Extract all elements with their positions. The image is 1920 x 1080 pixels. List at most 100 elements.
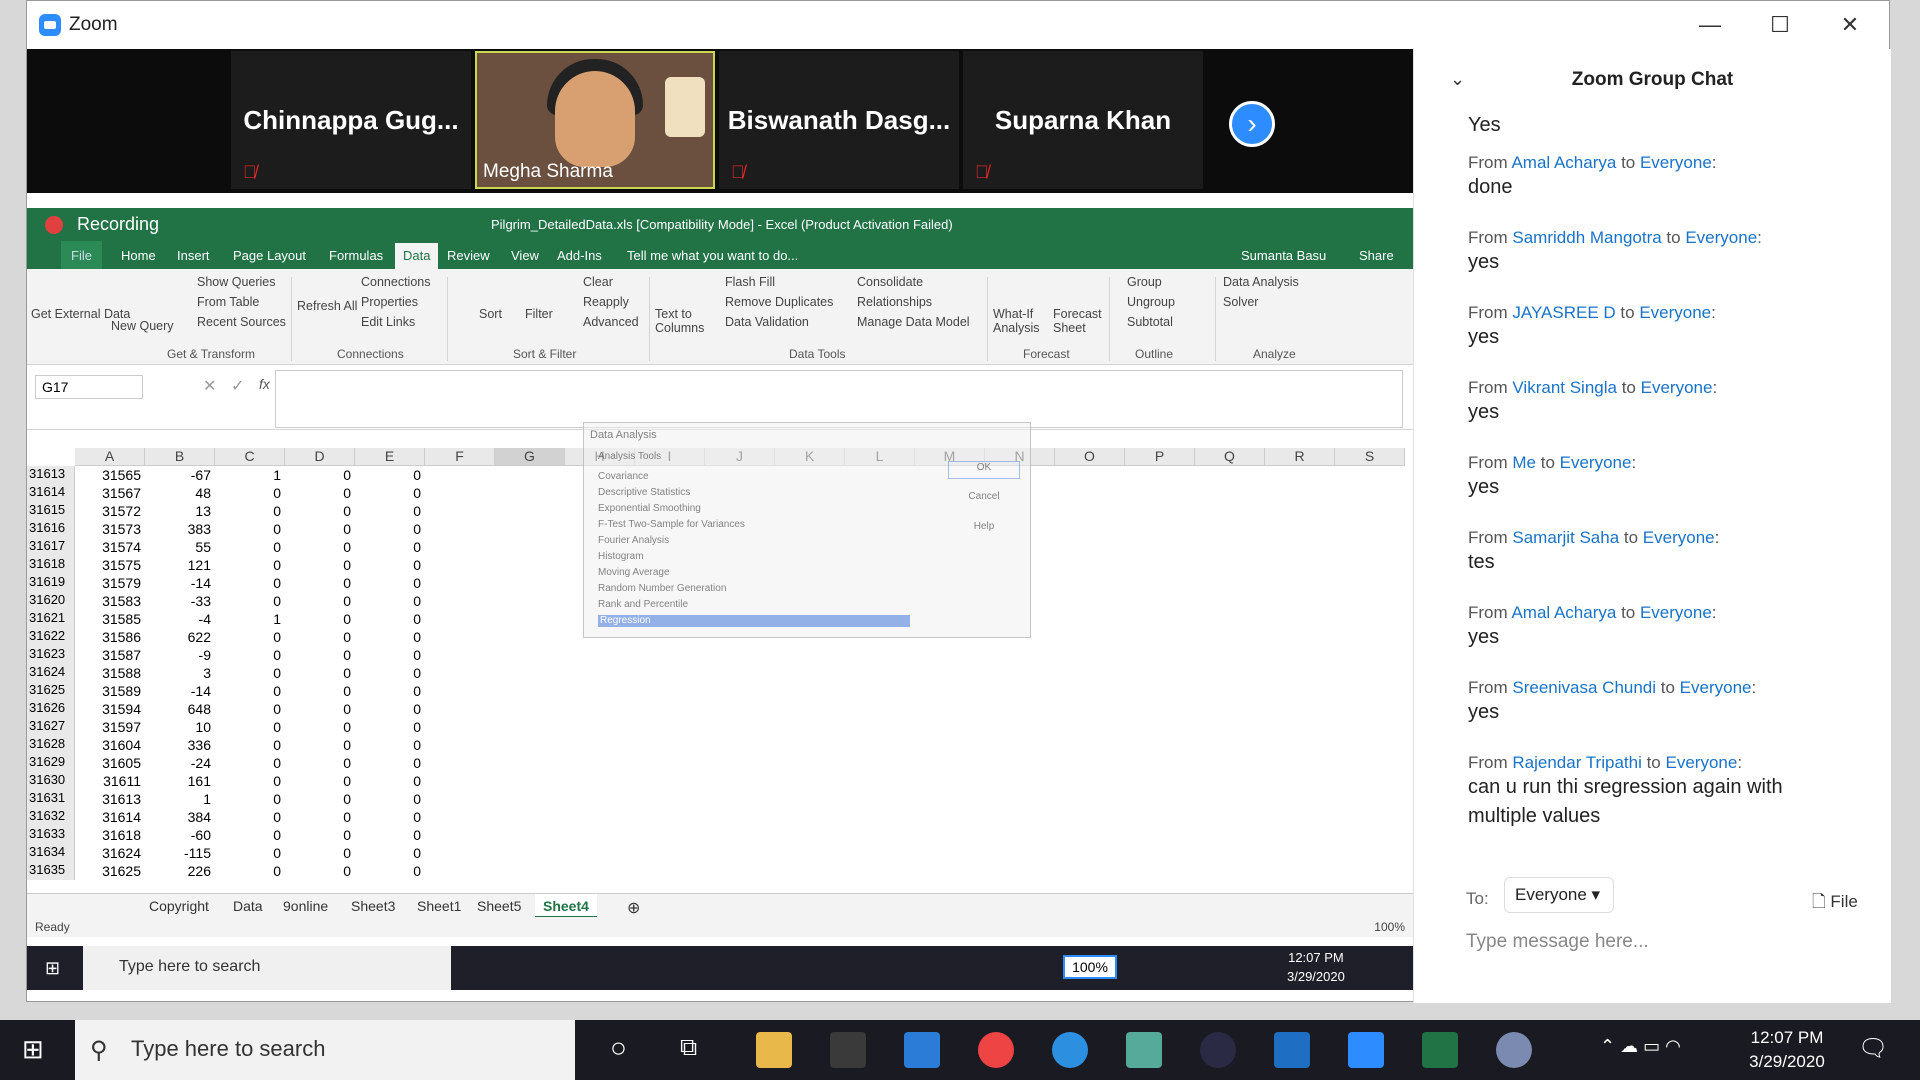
row-header[interactable]: 31626 bbox=[27, 700, 75, 718]
refresh-all-button[interactable]: Refresh All bbox=[297, 299, 357, 313]
cell[interactable]: 0 bbox=[215, 773, 281, 789]
cell[interactable]: 0 bbox=[215, 665, 281, 681]
recipient-name[interactable]: Everyone bbox=[1665, 753, 1737, 772]
name-box[interactable]: G17 bbox=[35, 375, 143, 399]
next-page-button[interactable]: › bbox=[1229, 101, 1275, 147]
column-header[interactable]: A bbox=[75, 448, 145, 466]
cell[interactable]: 384 bbox=[145, 809, 211, 825]
cell[interactable]: 0 bbox=[355, 467, 421, 483]
table-row[interactable]: 31628 31604 336 0 0 0 bbox=[27, 736, 1399, 754]
cell[interactable]: 0 bbox=[285, 647, 351, 663]
row-header[interactable]: 31622 bbox=[27, 628, 75, 646]
edit-links-button[interactable]: Edit Links bbox=[361, 315, 415, 329]
tell-me-search[interactable]: Tell me what you want to do... bbox=[627, 248, 798, 263]
cell[interactable]: 0 bbox=[355, 719, 421, 735]
cell[interactable]: 0 bbox=[355, 665, 421, 681]
list-item[interactable]: Exponential Smoothing bbox=[598, 503, 701, 514]
cell[interactable]: 31611 bbox=[75, 773, 141, 789]
cell[interactable]: 0 bbox=[215, 719, 281, 735]
row-header[interactable]: 31633 bbox=[27, 826, 75, 844]
row-header[interactable]: 31632 bbox=[27, 808, 75, 826]
sheet-tab[interactable]: Sheet5 bbox=[477, 898, 521, 914]
cell[interactable]: 0 bbox=[285, 845, 351, 861]
table-row[interactable]: 31631 31613 1 0 0 0 bbox=[27, 790, 1399, 808]
zoom-taskbar-icon[interactable] bbox=[1348, 1032, 1384, 1068]
cell[interactable]: 31605 bbox=[75, 755, 141, 771]
app-icon[interactable] bbox=[1200, 1032, 1236, 1068]
cell[interactable]: 161 bbox=[145, 773, 211, 789]
file-explorer-icon[interactable] bbox=[756, 1032, 792, 1068]
column-header[interactable]: G bbox=[495, 448, 565, 466]
cell[interactable]: 0 bbox=[215, 503, 281, 519]
table-row[interactable]: 31623 31587 -9 0 0 0 bbox=[27, 646, 1399, 664]
cell[interactable]: -115 bbox=[145, 845, 211, 861]
table-row[interactable]: 31632 31614 384 0 0 0 bbox=[27, 808, 1399, 826]
cell[interactable]: 0 bbox=[285, 809, 351, 825]
cell[interactable]: -24 bbox=[145, 755, 211, 771]
file-button[interactable]: 🗋 File bbox=[1812, 889, 1858, 918]
cell[interactable]: 0 bbox=[285, 737, 351, 753]
list-item-selected[interactable]: Regression bbox=[598, 615, 910, 627]
from-table-button[interactable]: From Table bbox=[197, 295, 259, 309]
sheet-tab[interactable]: Data bbox=[233, 898, 263, 914]
cell[interactable]: -60 bbox=[145, 827, 211, 843]
cell[interactable]: 0 bbox=[285, 611, 351, 627]
row-header[interactable]: 31634 bbox=[27, 844, 75, 862]
clock[interactable]: 12:07 PM 3/29/2020 bbox=[1732, 1026, 1842, 1074]
cell[interactable]: 31587 bbox=[75, 647, 141, 663]
column-header[interactable]: C bbox=[215, 448, 285, 466]
cell[interactable]: -14 bbox=[145, 683, 211, 699]
cell[interactable]: 121 bbox=[145, 557, 211, 573]
cell[interactable]: 0 bbox=[285, 827, 351, 843]
tab-review[interactable]: Review bbox=[447, 248, 490, 263]
cell[interactable]: 0 bbox=[215, 575, 281, 591]
cell[interactable]: 0 bbox=[215, 737, 281, 753]
cell[interactable]: 0 bbox=[355, 863, 421, 879]
tab-file[interactable]: File bbox=[61, 241, 102, 269]
cell[interactable]: 648 bbox=[145, 701, 211, 717]
sheet-tab[interactable]: 9online bbox=[283, 898, 328, 914]
advanced-button[interactable]: Advanced bbox=[583, 315, 639, 329]
maximize-button[interactable]: ☐ bbox=[1745, 1, 1815, 49]
list-item[interactable]: Rank and Percentile bbox=[598, 599, 688, 610]
participant-tile[interactable]: Suparna Khan 🎙̸ bbox=[963, 51, 1203, 189]
cell[interactable]: 0 bbox=[355, 539, 421, 555]
row-header[interactable]: 31625 bbox=[27, 682, 75, 700]
app-icon[interactable] bbox=[1126, 1032, 1162, 1068]
manage-data-model-button[interactable]: Manage Data Model bbox=[857, 315, 970, 329]
sender-name[interactable]: JAYASREE D bbox=[1512, 303, 1615, 322]
cell[interactable]: 0 bbox=[215, 647, 281, 663]
recent-sources-button[interactable]: Recent Sources bbox=[197, 315, 286, 329]
reapply-button[interactable]: Reapply bbox=[583, 295, 629, 309]
cell[interactable]: -4 bbox=[145, 611, 211, 627]
cell[interactable]: 0 bbox=[355, 647, 421, 663]
cell[interactable]: 0 bbox=[285, 539, 351, 555]
tab-data[interactable]: Data bbox=[395, 243, 439, 269]
clear-button[interactable]: Clear bbox=[583, 275, 613, 289]
table-row[interactable]: 31630 31611 161 0 0 0 bbox=[27, 772, 1399, 790]
sender-name[interactable]: Rajendar Tripathi bbox=[1512, 753, 1641, 772]
cell[interactable]: 31579 bbox=[75, 575, 141, 591]
cell[interactable]: 0 bbox=[355, 557, 421, 573]
row-header[interactable]: 31628 bbox=[27, 736, 75, 754]
close-button[interactable]: ✕ bbox=[1815, 1, 1885, 49]
sheet-tab[interactable]: Sheet1 bbox=[417, 898, 461, 914]
cell[interactable]: 0 bbox=[285, 791, 351, 807]
group-button[interactable]: Group bbox=[1127, 275, 1162, 289]
remove-duplicates-button[interactable]: Remove Duplicates bbox=[725, 295, 833, 309]
cell[interactable]: 0 bbox=[285, 863, 351, 879]
participant-tile[interactable]: Biswanath Dasg... 🎙̸ bbox=[719, 51, 959, 189]
participant-tile-active[interactable]: Megha Sharma bbox=[475, 51, 715, 189]
cell[interactable]: 31589 bbox=[75, 683, 141, 699]
sender-name[interactable]: Samriddh Mangotra bbox=[1512, 228, 1661, 247]
recipient-name[interactable]: Everyone bbox=[1560, 453, 1632, 472]
column-header[interactable]: R bbox=[1265, 448, 1335, 466]
flash-fill-button[interactable]: Flash Fill bbox=[725, 275, 775, 289]
cell[interactable]: 31613 bbox=[75, 791, 141, 807]
task-view-icon[interactable]: ⧉ bbox=[680, 1034, 697, 1062]
sender-name[interactable]: Amal Acharya bbox=[1511, 153, 1616, 172]
sort-button[interactable]: Sort bbox=[479, 307, 502, 321]
consolidate-button[interactable]: Consolidate bbox=[857, 275, 923, 289]
start-button[interactable]: ⊞ bbox=[22, 1034, 44, 1065]
cell[interactable]: 31573 bbox=[75, 521, 141, 537]
